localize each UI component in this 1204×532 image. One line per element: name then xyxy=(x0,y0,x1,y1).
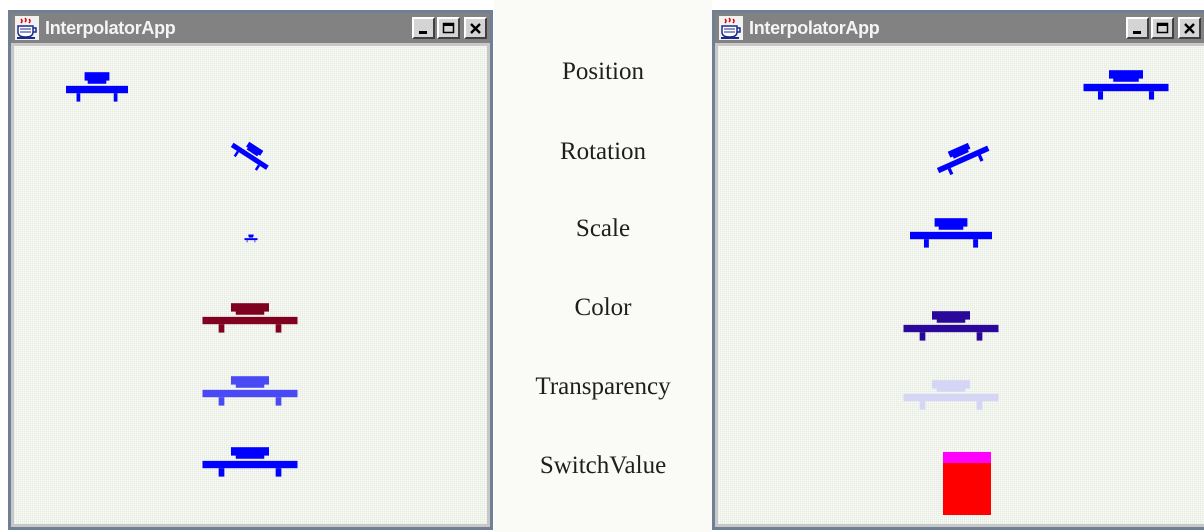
maximize-button[interactable] xyxy=(437,17,460,39)
maximize-button[interactable] xyxy=(1151,17,1174,39)
window-titlebar[interactable]: InterpolatorApp xyxy=(715,13,1204,43)
switch-box xyxy=(943,463,991,515)
java-coffee-cup-icon[interactable] xyxy=(15,16,39,40)
close-icon xyxy=(470,22,481,34)
label-column: Position Rotation Scale Color Transparen… xyxy=(494,0,712,532)
canvas-3d[interactable] xyxy=(718,46,1204,524)
car-rotation xyxy=(932,136,993,179)
close-icon xyxy=(1184,22,1195,34)
window-titlebar[interactable]: InterpolatorApp xyxy=(11,13,490,43)
label-color: Color xyxy=(574,294,632,321)
window-title: InterpolatorApp xyxy=(45,17,176,38)
car-scene-left xyxy=(66,72,298,477)
close-button[interactable] xyxy=(1178,17,1201,39)
car-color xyxy=(903,311,999,341)
window-title: InterpolatorApp xyxy=(749,17,880,38)
label-position: Position xyxy=(562,58,644,85)
label-rotation: Rotation xyxy=(559,138,647,165)
car-position xyxy=(66,72,128,102)
car-scale xyxy=(244,234,258,243)
car-scale xyxy=(910,218,992,248)
maximize-icon xyxy=(442,22,455,33)
car-scene-right xyxy=(903,70,1169,515)
canvas-3d[interactable] xyxy=(14,46,487,524)
minimize-button[interactable] xyxy=(1126,17,1149,39)
label-scale: Scale xyxy=(575,215,631,242)
java-coffee-cup-icon[interactable] xyxy=(719,16,743,40)
close-button[interactable] xyxy=(464,17,487,39)
minimize-icon xyxy=(1133,30,1141,34)
car-switch xyxy=(202,447,298,477)
maximize-icon xyxy=(1156,22,1169,33)
minimize-button[interactable] xyxy=(412,17,435,39)
minimize-icon xyxy=(419,30,427,34)
window-right: InterpolatorApp xyxy=(712,10,1204,530)
car-transparency xyxy=(202,376,298,406)
car-color xyxy=(202,303,298,333)
label-transparency: Transparency xyxy=(535,373,671,400)
car-rotation xyxy=(227,134,274,175)
label-switchvalue: SwitchValue xyxy=(539,452,667,479)
window-left: InterpolatorApp xyxy=(8,10,493,530)
car-transparency xyxy=(903,380,999,410)
car-position xyxy=(1083,70,1169,100)
